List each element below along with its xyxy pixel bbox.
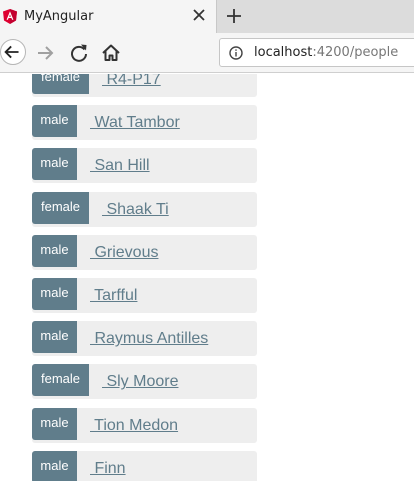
gender-badge: male xyxy=(32,407,77,440)
person-link[interactable]: Grievous xyxy=(90,244,158,262)
tab-strip: MyAngular xyxy=(0,0,414,33)
people-page: female R4-P17 male Wat Tambor male San H… xyxy=(0,74,414,481)
person-link[interactable]: Tarfful xyxy=(90,287,137,305)
gender-badge: female xyxy=(32,191,89,224)
back-button[interactable] xyxy=(0,39,26,65)
gender-badge: male xyxy=(32,321,77,354)
person-link[interactable]: Raymus Antilles xyxy=(90,330,208,348)
list-item: male Tion Medon xyxy=(32,407,257,443)
gender-badge: female xyxy=(32,74,89,94)
people-list: female R4-P17 male Wat Tambor male San H… xyxy=(32,74,257,481)
close-icon[interactable] xyxy=(192,8,206,22)
url-path: :4200/people xyxy=(312,45,399,60)
list-item: female Shaak Ti xyxy=(32,191,257,227)
list-item: male Wat Tambor xyxy=(32,105,257,141)
list-item: male San Hill xyxy=(32,148,257,184)
list-item: male Grievous xyxy=(32,234,257,270)
person-link[interactable]: Wat Tambor xyxy=(90,114,179,132)
reload-icon[interactable] xyxy=(67,41,91,65)
tab-title: MyAngular xyxy=(24,9,94,24)
url-text: localhost:4200/people xyxy=(254,45,398,60)
angular-logo-icon xyxy=(3,9,17,24)
person-link[interactable]: Tion Medon xyxy=(90,417,178,435)
tab-myangular[interactable]: MyAngular xyxy=(0,0,217,33)
gender-badge: male xyxy=(32,148,77,181)
gender-badge: male xyxy=(32,277,77,310)
gender-badge: male xyxy=(32,234,77,267)
list-item: male Raymus Antilles xyxy=(32,321,257,357)
person-link[interactable]: Sly Moore xyxy=(102,373,178,391)
url-host: localhost xyxy=(254,45,313,60)
home-icon[interactable] xyxy=(99,41,123,65)
plus-icon[interactable] xyxy=(226,8,242,24)
list-item: female Sly Moore xyxy=(32,364,257,400)
gender-badge: male xyxy=(32,105,77,138)
arrow-right-icon[interactable] xyxy=(34,41,58,65)
navigation-toolbar: localhost:4200/people xyxy=(0,33,414,73)
person-link[interactable]: San Hill xyxy=(90,157,149,175)
person-link[interactable]: R4-P17 xyxy=(102,74,160,89)
arrow-left-icon xyxy=(4,45,19,59)
list-item: male Finn xyxy=(32,450,257,481)
gender-badge: male xyxy=(32,450,77,481)
url-bar[interactable]: localhost:4200/people xyxy=(219,38,414,67)
list-item: female R4-P17 xyxy=(32,74,257,97)
person-link[interactable]: Shaak Ti xyxy=(102,201,168,219)
info-icon[interactable] xyxy=(229,46,243,60)
gender-badge: female xyxy=(32,364,89,397)
person-link[interactable]: Finn xyxy=(90,460,125,478)
list-item: male Tarfful xyxy=(32,277,257,313)
